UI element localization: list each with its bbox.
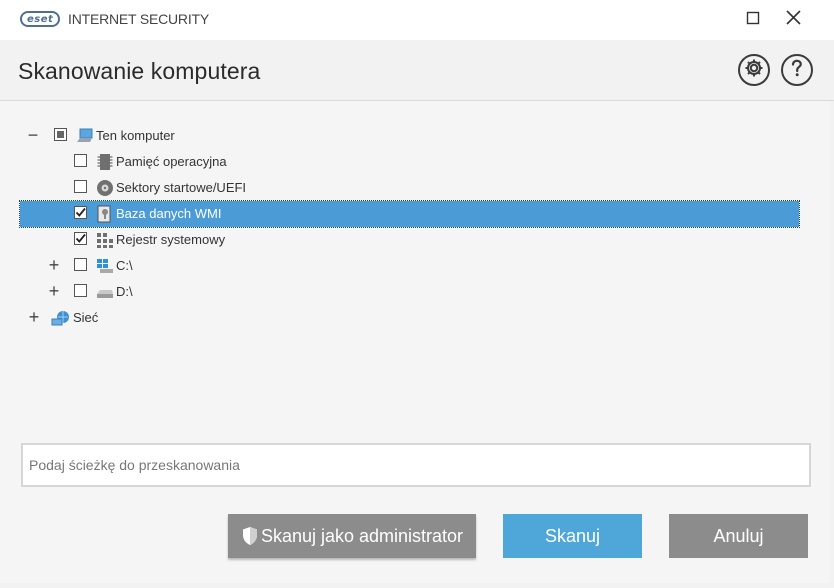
tree-item-label: Pamięć operacyjna	[116, 154, 227, 169]
scan-targets-panel: − Ten komputer Pamięć operacyjna Sektory…	[0, 101, 830, 583]
tree-item-network[interactable]: + Sieć	[20, 305, 799, 331]
tree-item-drive-d[interactable]: + D:\	[20, 279, 799, 305]
tree-item-label: C:\	[116, 258, 133, 273]
scan-path-input[interactable]	[21, 443, 811, 487]
tree-item-label: Ten komputer	[96, 128, 175, 143]
tree-item-label: Sieć	[73, 310, 99, 325]
wmi-database-checkbox[interactable]	[74, 206, 87, 219]
expand-expander[interactable]: +	[46, 282, 62, 300]
tree-item-drive-c[interactable]: + C:\	[20, 253, 799, 279]
boot-sectors-checkbox[interactable]	[74, 180, 87, 193]
wmi-database-icon	[96, 205, 114, 223]
shield-icon	[241, 526, 259, 546]
scan-button[interactable]: Skanuj	[503, 514, 642, 558]
drive-c-checkbox[interactable]	[74, 258, 87, 271]
close-button[interactable]	[778, 5, 808, 35]
this-computer-checkbox[interactable]	[54, 128, 67, 141]
title-bar: eset INTERNET SECURITY	[0, 0, 834, 40]
scan-as-admin-button[interactable]: Skanuj jako administrator	[228, 514, 476, 558]
drive-d-checkbox[interactable]	[74, 284, 87, 297]
collapse-expander[interactable]: −	[25, 126, 41, 144]
tree-item-this-computer[interactable]: − Ten komputer	[20, 123, 799, 149]
page-header: Skanowanie komputera	[0, 40, 834, 101]
disk-icon	[96, 179, 114, 197]
tree-item-label: Baza danych WMI	[116, 206, 222, 221]
drive-icon	[96, 283, 114, 301]
tree-item-wmi-database[interactable]: Baza danych WMI	[19, 200, 800, 228]
windows-drive-icon	[96, 257, 114, 275]
page-title: Skanowanie komputera	[18, 58, 261, 84]
tree-item-operating-memory[interactable]: Pamięć operacyjna	[20, 149, 799, 175]
help-button[interactable]	[781, 54, 813, 86]
maximize-button[interactable]	[738, 5, 768, 35]
scan-as-admin-label: Skanuj jako administrator	[260, 525, 464, 546]
computer-icon	[76, 127, 94, 145]
tree-item-label: D:\	[116, 284, 133, 299]
tree-item-label: Rejestr systemowy	[116, 232, 226, 247]
close-icon	[785, 10, 801, 30]
expand-expander[interactable]: +	[26, 308, 42, 326]
network-icon	[51, 309, 69, 327]
gear-icon	[743, 57, 765, 84]
product-name: INTERNET SECURITY	[68, 11, 210, 27]
help-icon	[788, 58, 806, 83]
system-registry-checkbox[interactable]	[74, 232, 87, 245]
cancel-button[interactable]: Anuluj	[669, 514, 808, 558]
tree-item-system-registry[interactable]: Rejestr systemowy	[20, 227, 799, 253]
registry-icon	[96, 231, 114, 249]
operating-memory-checkbox[interactable]	[74, 154, 87, 167]
maximize-icon	[746, 11, 760, 30]
memory-chip-icon	[96, 153, 114, 171]
tree-item-label: Sektory startowe/UEFI	[116, 180, 247, 195]
settings-button[interactable]	[738, 54, 770, 86]
tree-item-boot-sectors[interactable]: Sektory startowe/UEFI	[20, 175, 799, 201]
eset-logo: eset	[20, 11, 61, 27]
expand-expander[interactable]: +	[46, 256, 62, 274]
